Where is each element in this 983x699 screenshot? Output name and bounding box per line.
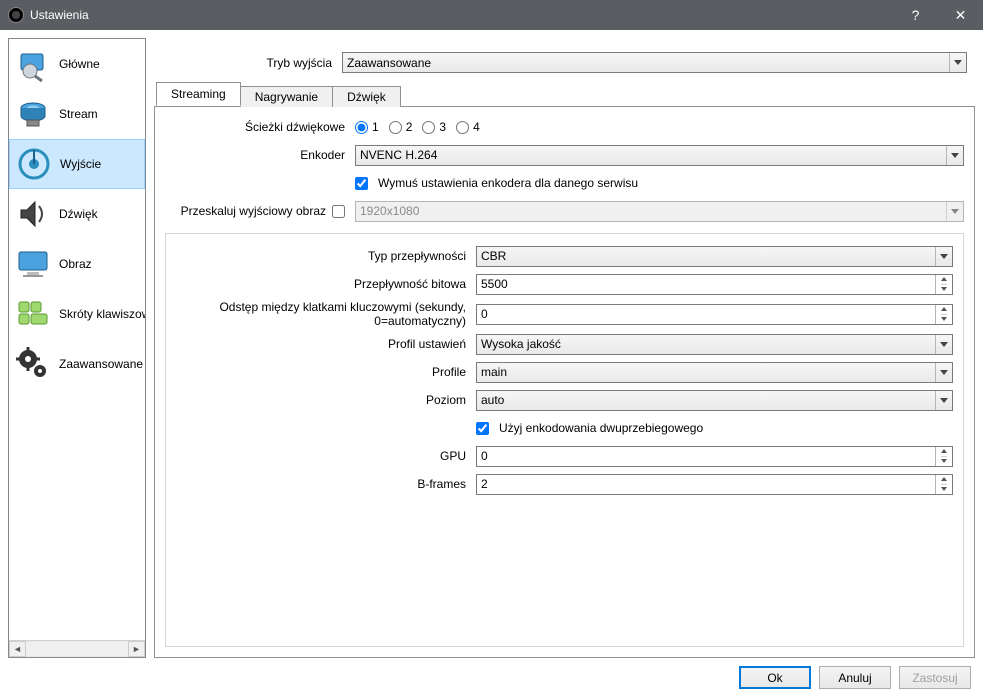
enforce-encoder-checkbox[interactable] (355, 177, 368, 190)
audio-tracks-group: 1 2 3 4 (355, 120, 964, 134)
rescale-value: 1920x1080 (360, 204, 419, 218)
window-title: Ustawienia (30, 8, 893, 22)
track-1-radio[interactable]: 1 (355, 120, 379, 134)
sidebar: Główne Stream Wyjście (8, 38, 146, 658)
encoder-value: NVENC H.264 (360, 148, 437, 162)
rescale-label: Przeskaluj wyjściowy obraz (181, 204, 326, 218)
preset-label: Profil ustawień (176, 337, 476, 351)
scroll-track[interactable] (26, 641, 128, 657)
bitrate-spinner[interactable]: 5500 (476, 274, 953, 295)
chevron-down-icon (935, 391, 952, 410)
chevron-down-icon (935, 363, 952, 382)
preset-select[interactable]: Wysoka jakość (476, 334, 953, 355)
sidebar-item-label: Wyjście (60, 157, 101, 171)
spin-down-icon[interactable] (941, 457, 947, 466)
sidebar-item-hotkeys[interactable]: Skróty klawiszowe (9, 289, 145, 339)
spin-up-icon[interactable] (941, 447, 947, 457)
sidebar-item-label: Skróty klawiszowe (59, 307, 145, 321)
chevron-down-icon (946, 202, 963, 221)
encoder-select[interactable]: NVENC H.264 (355, 145, 964, 166)
encoder-label: Enkoder (165, 148, 355, 162)
sidebar-item-general[interactable]: Główne (9, 39, 145, 89)
sidebar-item-output[interactable]: Wyjście (9, 139, 145, 189)
main-panel: Tryb wyjścia Zaawansowane Streaming Nagr… (154, 38, 975, 658)
sidebar-item-label: Dźwięk (59, 207, 98, 221)
sidebar-scrollbar[interactable]: ◄ ► (9, 640, 145, 657)
twopass-label: Użyj enkodowania dwuprzebiegowego (499, 421, 703, 435)
stream-icon (13, 94, 53, 134)
apply-button[interactable]: Zastosuj (899, 666, 971, 689)
app-icon (8, 7, 24, 23)
enforce-encoder-label: Wymuś ustawienia enkodera dla danego ser… (378, 176, 638, 190)
encoder-settings-group: Typ przepływności CBR Przepływność bitow… (165, 233, 964, 647)
audio-icon (13, 194, 53, 234)
chevron-down-icon (949, 53, 966, 72)
output-mode-select[interactable]: Zaawansowane (342, 52, 967, 73)
bitrate-label: Przepływność bitowa (176, 277, 476, 291)
twopass-checkbox[interactable] (476, 422, 489, 435)
track-4-radio[interactable]: 4 (456, 120, 480, 134)
gpu-label: GPU (176, 449, 476, 463)
sidebar-item-advanced[interactable]: Zaawansowane (9, 339, 145, 389)
audio-tracks-label: Ścieżki dźwiękowe (165, 120, 355, 134)
spin-down-icon[interactable] (941, 485, 947, 494)
sidebar-item-label: Obraz (59, 257, 92, 271)
help-button[interactable]: ? (893, 0, 938, 30)
close-button[interactable]: ✕ (938, 0, 983, 30)
profile-select[interactable]: main (476, 362, 953, 383)
tab-audio[interactable]: Dźwięk (332, 86, 401, 107)
rate-control-select[interactable]: CBR (476, 246, 953, 267)
gpu-spinner[interactable]: 0 (476, 446, 953, 467)
track-2-radio[interactable]: 2 (389, 120, 413, 134)
chevron-down-icon (935, 247, 952, 266)
output-icon (14, 144, 54, 184)
tab-streaming[interactable]: Streaming (156, 82, 241, 106)
cancel-button[interactable]: Anuluj (819, 666, 891, 689)
sidebar-item-video[interactable]: Obraz (9, 239, 145, 289)
track-3-radio[interactable]: 3 (422, 120, 446, 134)
bframes-label: B-frames (176, 477, 476, 491)
sidebar-item-stream[interactable]: Stream (9, 89, 145, 139)
general-icon (13, 44, 53, 84)
spin-down-icon[interactable] (941, 315, 947, 324)
bframes-spinner[interactable]: 2 (476, 474, 953, 495)
output-tabs: Streaming Nagrywanie Dźwięk (154, 83, 975, 107)
rate-control-label: Typ przepływności (176, 249, 476, 263)
sidebar-item-label: Zaawansowane (59, 357, 143, 371)
advanced-icon (13, 344, 53, 384)
rescale-checkbox[interactable] (332, 205, 345, 218)
ok-button[interactable]: Ok (739, 666, 811, 689)
rescale-combo: 1920x1080 (355, 201, 964, 222)
sidebar-item-label: Stream (59, 107, 98, 121)
titlebar: Ustawienia ? ✕ (0, 0, 983, 30)
level-label: Poziom (176, 393, 476, 407)
chevron-down-icon (946, 146, 963, 165)
spin-up-icon[interactable] (941, 305, 947, 315)
tab-recording[interactable]: Nagrywanie (240, 86, 333, 107)
level-select[interactable]: auto (476, 390, 953, 411)
output-mode-label: Tryb wyjścia (162, 56, 342, 70)
chevron-down-icon (935, 335, 952, 354)
keyint-spinner[interactable]: 0 (476, 304, 953, 325)
video-icon (13, 244, 53, 284)
profile-label: Profile (176, 365, 476, 379)
dialog-footer: Ok Anuluj Zastosuj (8, 658, 975, 691)
spin-down-icon[interactable] (941, 285, 947, 294)
scroll-right-icon[interactable]: ► (128, 641, 145, 657)
sidebar-item-label: Główne (59, 57, 100, 71)
keyint-label: Odstęp między klatkami kluczowymi (sekun… (176, 300, 476, 328)
hotkeys-icon (13, 294, 53, 334)
spin-up-icon[interactable] (941, 275, 947, 285)
sidebar-item-audio[interactable]: Dźwięk (9, 189, 145, 239)
scroll-left-icon[interactable]: ◄ (9, 641, 26, 657)
spin-up-icon[interactable] (941, 475, 947, 485)
output-mode-value: Zaawansowane (347, 56, 431, 70)
